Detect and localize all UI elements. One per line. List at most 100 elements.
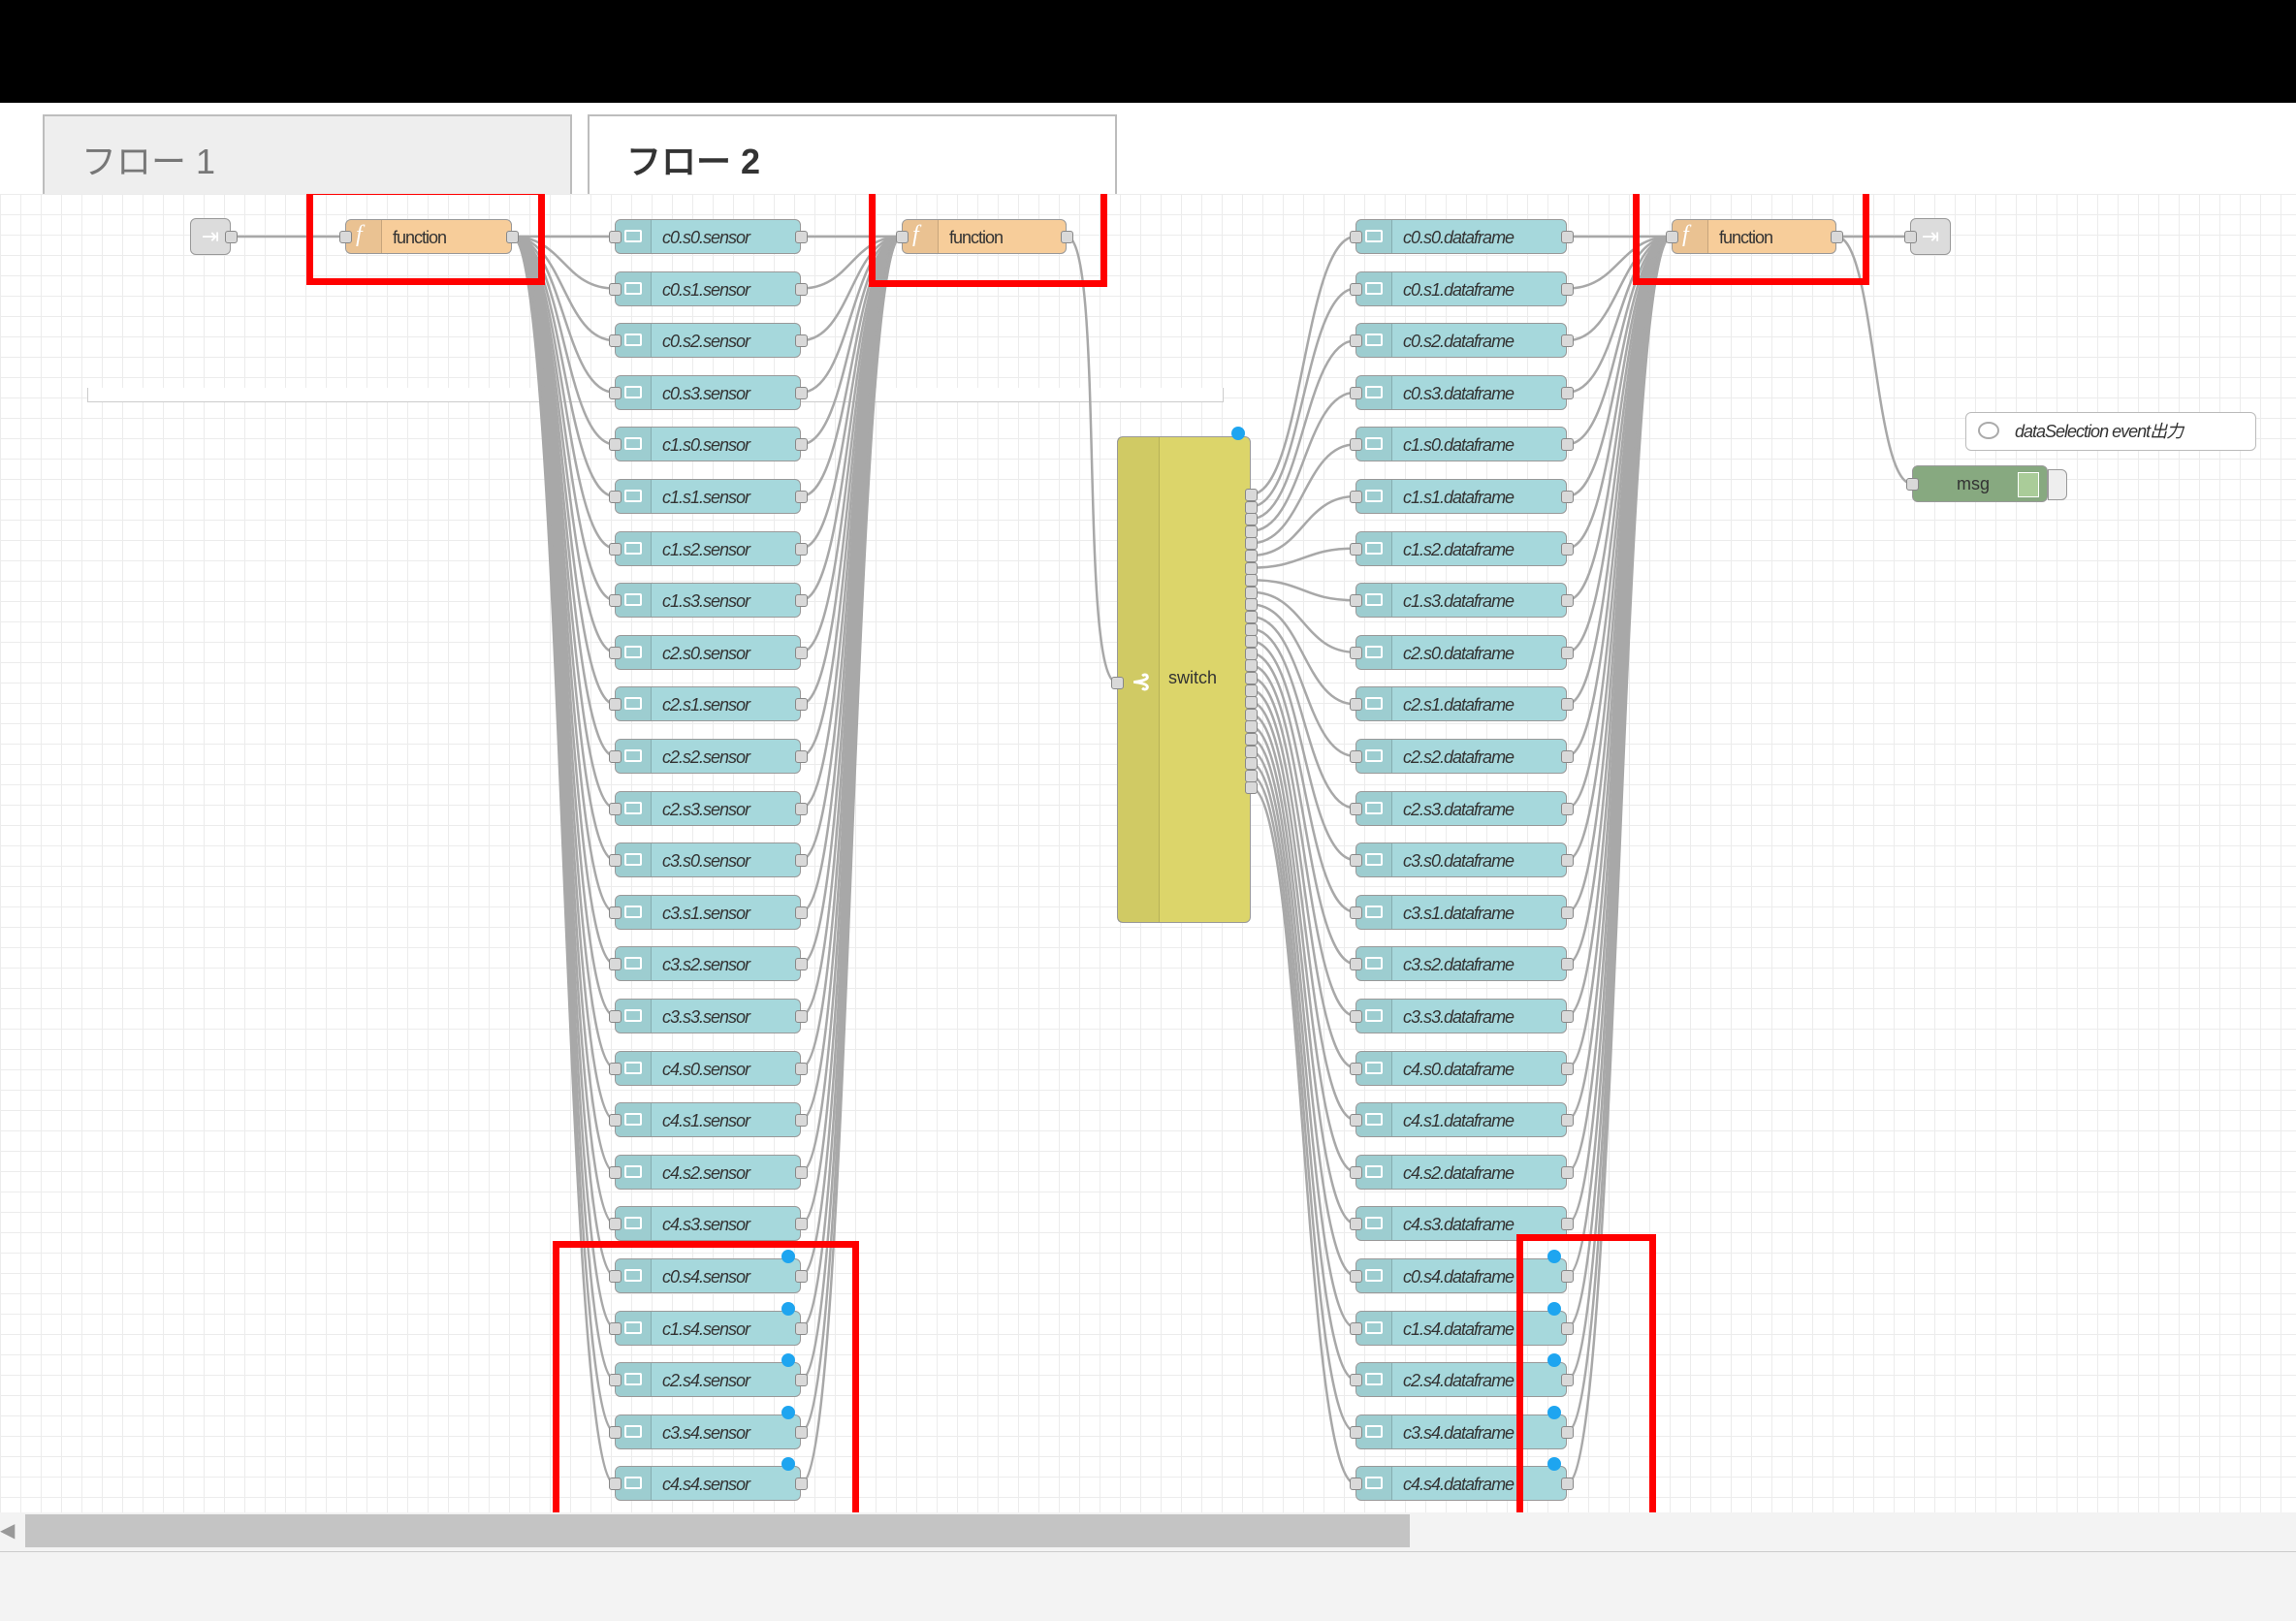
output-port[interactable] xyxy=(795,542,808,556)
sensor-node[interactable]: c2.s0.sensor xyxy=(615,634,801,670)
output-port[interactable] xyxy=(795,386,808,399)
dataframe-node[interactable]: c3.s1.dataframe xyxy=(1355,894,1567,930)
switch-output-port[interactable] xyxy=(1245,550,1258,562)
switch-output-port[interactable] xyxy=(1245,513,1258,526)
output-port[interactable] xyxy=(1561,750,1574,763)
sensor-node[interactable]: c1.s0.sensor xyxy=(615,427,801,462)
switch-input-port[interactable] xyxy=(1111,677,1124,689)
dataframe-node[interactable]: c4.s0.dataframe xyxy=(1355,1050,1567,1086)
input-port[interactable] xyxy=(1350,1165,1362,1179)
sensor-node[interactable]: c3.s0.sensor xyxy=(615,842,801,878)
input-port[interactable] xyxy=(1350,438,1362,452)
dataframe-node[interactable]: c0.s1.dataframe xyxy=(1355,270,1567,306)
switch-output-port[interactable] xyxy=(1245,733,1258,746)
wire-switch-to-dataframe[interactable] xyxy=(1250,786,1356,1485)
tab-flow-2[interactable]: フロー 2 xyxy=(588,114,1117,202)
switch-output-port[interactable] xyxy=(1245,708,1258,721)
output-port[interactable] xyxy=(795,1165,808,1179)
sensor-node[interactable]: c3.s1.sensor xyxy=(615,894,801,930)
input-port[interactable] xyxy=(609,491,622,503)
dataframe-node[interactable]: c4.s2.dataframe xyxy=(1355,1154,1567,1190)
input-port[interactable] xyxy=(1350,231,1362,243)
switch-output-port[interactable] xyxy=(1245,574,1258,588)
sensor-node[interactable]: c2.s3.sensor xyxy=(615,790,801,826)
input-port[interactable] xyxy=(1350,698,1362,712)
dataframe-node[interactable]: c3.s0.dataframe xyxy=(1355,842,1567,878)
input-port[interactable] xyxy=(1350,802,1362,815)
wire-function-to-sensor[interactable] xyxy=(511,235,616,1018)
sensor-node[interactable]: c2.s1.sensor xyxy=(615,686,801,722)
sensor-node[interactable]: c1.s1.sensor xyxy=(615,479,801,514)
input-port[interactable] xyxy=(1350,750,1362,763)
input-port[interactable] xyxy=(1350,1218,1362,1231)
wire-sensor-to-function[interactable] xyxy=(800,235,903,1225)
wire-switch-to-dataframe[interactable] xyxy=(1250,578,1356,602)
wire-switch-to-dataframe[interactable] xyxy=(1250,749,1356,1329)
link-out-input-port[interactable] xyxy=(1904,231,1917,243)
wire-sensor-to-function[interactable] xyxy=(800,235,903,1018)
output-port[interactable] xyxy=(795,906,808,919)
output-port[interactable] xyxy=(795,1114,808,1128)
input-port[interactable] xyxy=(609,1114,622,1128)
switch-output-port[interactable] xyxy=(1245,524,1258,538)
output-port[interactable] xyxy=(1561,594,1574,608)
wire-switch-to-dataframe[interactable] xyxy=(1250,391,1356,533)
input-port[interactable] xyxy=(1350,906,1362,919)
input-port[interactable] xyxy=(1350,1062,1362,1075)
dataframe-node[interactable]: c3.s2.dataframe xyxy=(1355,946,1567,982)
dataframe-node[interactable]: c4.s1.dataframe xyxy=(1355,1102,1567,1138)
input-port[interactable] xyxy=(609,698,622,712)
wire-function-to-sensor[interactable] xyxy=(511,235,616,1174)
output-port[interactable] xyxy=(1561,542,1574,556)
debug-toggle-button[interactable] xyxy=(2048,469,2067,500)
sensor-node[interactable]: c0.s1.sensor xyxy=(615,270,801,306)
input-port[interactable] xyxy=(1350,1270,1362,1283)
wire-switch-to-dataframe[interactable] xyxy=(1250,615,1356,758)
output-port[interactable] xyxy=(1561,854,1574,868)
input-port[interactable] xyxy=(609,1062,622,1075)
input-port[interactable] xyxy=(609,542,622,556)
sensor-node[interactable]: c0.s0.sensor xyxy=(615,219,801,254)
switch-output-port[interactable] xyxy=(1245,598,1258,612)
switch-output-port[interactable] xyxy=(1245,537,1258,551)
output-port[interactable] xyxy=(1561,334,1574,348)
sensor-node[interactable]: c4.s0.sensor xyxy=(615,1050,801,1086)
sensor-node[interactable]: c3.s3.sensor xyxy=(615,999,801,1033)
inject-output-port[interactable] xyxy=(225,231,238,243)
dataframe-node[interactable]: c0.s3.dataframe xyxy=(1355,374,1567,410)
wire-switch-to-dataframe[interactable] xyxy=(1250,547,1356,569)
switch-output-port[interactable] xyxy=(1245,659,1258,673)
input-port[interactable] xyxy=(1350,1425,1362,1439)
output-port[interactable] xyxy=(795,491,808,503)
switch-output-port[interactable] xyxy=(1245,720,1258,734)
debug-input-port[interactable] xyxy=(1906,478,1919,491)
output-port[interactable] xyxy=(1561,386,1574,399)
switch-output-port[interactable] xyxy=(1245,757,1258,771)
output-port[interactable] xyxy=(1561,1114,1574,1128)
input-port[interactable] xyxy=(609,282,622,296)
dataframe-node[interactable]: c1.s3.dataframe xyxy=(1355,583,1567,619)
output-port[interactable] xyxy=(1561,698,1574,712)
input-port[interactable] xyxy=(1350,1114,1362,1128)
input-port[interactable] xyxy=(609,594,622,608)
switch-output-port[interactable] xyxy=(1245,500,1258,514)
wire-sensor-to-function[interactable] xyxy=(800,235,903,1174)
output-port[interactable] xyxy=(795,958,808,971)
output-port[interactable] xyxy=(1561,906,1574,919)
wire-switch-to-dataframe[interactable] xyxy=(1250,235,1356,496)
output-port[interactable] xyxy=(1561,491,1574,503)
dataframe-node[interactable]: c1.s1.dataframe xyxy=(1355,479,1567,514)
dataframe-node[interactable]: c3.s3.dataframe xyxy=(1355,999,1567,1033)
dataframe-node[interactable]: c2.s0.dataframe xyxy=(1355,634,1567,670)
input-port[interactable] xyxy=(1350,1478,1362,1491)
output-port[interactable] xyxy=(1561,231,1574,243)
switch-output-port[interactable] xyxy=(1245,489,1258,501)
switch-output-port[interactable] xyxy=(1245,635,1258,649)
input-port[interactable] xyxy=(1350,854,1362,868)
output-port[interactable] xyxy=(795,1062,808,1075)
output-port[interactable] xyxy=(1561,958,1574,971)
comment-node[interactable]: dataSelection event出力 xyxy=(1965,412,2256,451)
switch-output-port[interactable] xyxy=(1245,622,1258,636)
output-port[interactable] xyxy=(795,698,808,712)
sensor-node[interactable]: c1.s2.sensor xyxy=(615,530,801,566)
